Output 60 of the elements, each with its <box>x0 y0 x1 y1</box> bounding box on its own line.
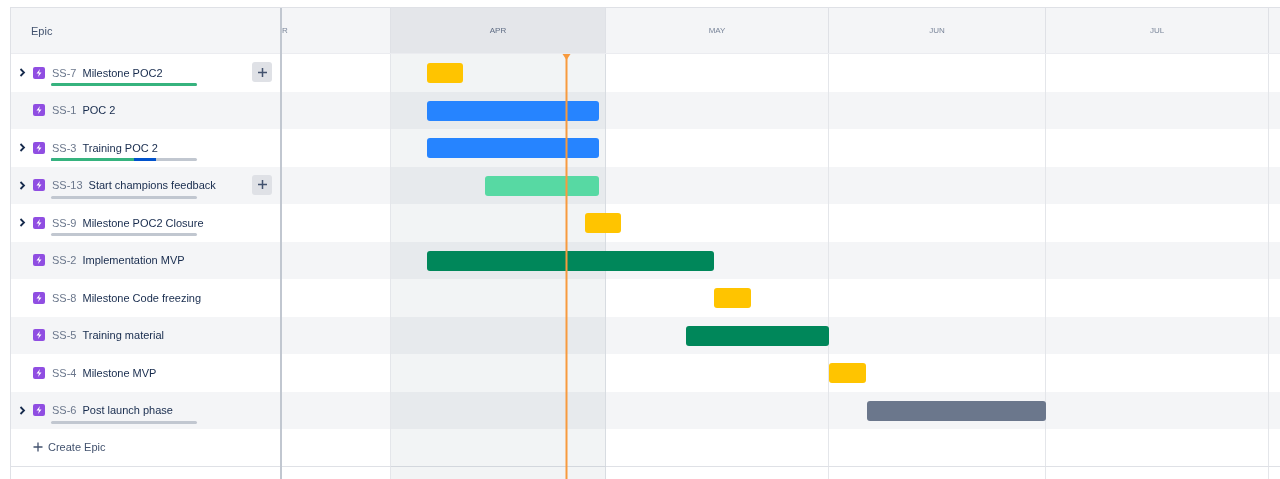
table-row[interactable]: SS-9 Milestone POC2 Closure <box>11 204 280 242</box>
table-row[interactable]: SS-2 Implementation MVP <box>11 241 280 279</box>
issue-key[interactable]: SS-1 <box>52 104 77 117</box>
epic-title[interactable]: Training POC 2 <box>82 141 158 154</box>
lightning-icon <box>33 104 45 117</box>
issue-key[interactable]: SS-7 <box>52 66 77 79</box>
table-row[interactable]: SS-13 Start champions feedback <box>11 166 280 204</box>
table-row[interactable]: SS-4 Milestone MVP <box>11 354 280 392</box>
epic-title[interactable]: Post launch phase <box>82 404 173 417</box>
create-epic-button[interactable]: Create Epic <box>33 436 106 459</box>
table-row[interactable]: SS-5 Training material <box>11 316 280 354</box>
lightning-icon <box>33 366 45 379</box>
epic-title[interactable]: Implementation MVP <box>82 254 185 267</box>
month-header: APR <box>391 8 606 53</box>
issue-key[interactable]: SS-3 <box>52 141 77 154</box>
lightning-icon <box>33 254 45 267</box>
timeline-bar[interactable] <box>427 100 599 121</box>
issue-key[interactable]: SS-9 <box>52 216 77 229</box>
month-header: JUL <box>1046 8 1269 53</box>
lightning-icon <box>33 329 45 342</box>
plus-icon <box>33 442 43 453</box>
chevron-right-icon[interactable] <box>19 180 26 190</box>
epic-title[interactable]: Milestone Code freezing <box>82 291 202 304</box>
table-row[interactable]: SS-8 Milestone Code freezing <box>11 279 280 317</box>
table-row[interactable]: SS-7 Milestone POC2 <box>11 54 280 92</box>
issue-key[interactable]: SS-4 <box>52 366 77 379</box>
epic-title[interactable]: Training material <box>82 329 164 342</box>
plus-icon <box>256 66 268 78</box>
timeline-bar[interactable] <box>427 250 714 271</box>
table-row[interactable]: SS-6 Post launch phase <box>11 391 280 429</box>
table-row[interactable]: SS-1 POC 2 <box>11 91 280 129</box>
chevron-right-icon[interactable] <box>19 405 26 415</box>
epic-title[interactable]: Start champions feedback <box>88 179 216 192</box>
column-header: Epic <box>30 24 53 37</box>
lightning-icon <box>33 291 45 304</box>
epic-title[interactable]: Milestone POC2 Closure <box>82 216 204 229</box>
plus-icon <box>256 179 268 190</box>
lightning-icon <box>33 179 45 192</box>
month-header: MAY <box>606 8 829 53</box>
table-row[interactable]: SS-3 Training POC 2 <box>11 129 280 167</box>
month-header: JUN <box>829 8 1046 53</box>
epic-title[interactable]: Milestone POC2 <box>82 66 163 79</box>
issue-key[interactable]: SS-8 <box>52 291 77 304</box>
timeline-bar[interactable] <box>867 400 1046 421</box>
lightning-icon <box>33 66 45 79</box>
epic-title[interactable]: POC 2 <box>82 104 116 117</box>
issue-key[interactable]: SS-2 <box>52 254 77 267</box>
timeline-bar[interactable] <box>686 325 829 346</box>
lightning-icon <box>33 404 45 417</box>
chevron-right-icon[interactable] <box>19 143 26 153</box>
issue-key[interactable]: SS-5 <box>52 329 77 342</box>
chevron-right-icon[interactable] <box>19 68 26 78</box>
lightning-icon <box>33 141 45 154</box>
chevron-right-icon[interactable] <box>19 218 26 228</box>
add-button[interactable] <box>252 174 272 195</box>
issue-key[interactable]: SS-13 <box>52 179 83 192</box>
issue-key[interactable]: SS-6 <box>52 404 77 417</box>
add-button[interactable] <box>252 62 272 82</box>
lightning-icon <box>33 216 45 229</box>
epic-title[interactable]: Milestone MVP <box>82 366 157 379</box>
